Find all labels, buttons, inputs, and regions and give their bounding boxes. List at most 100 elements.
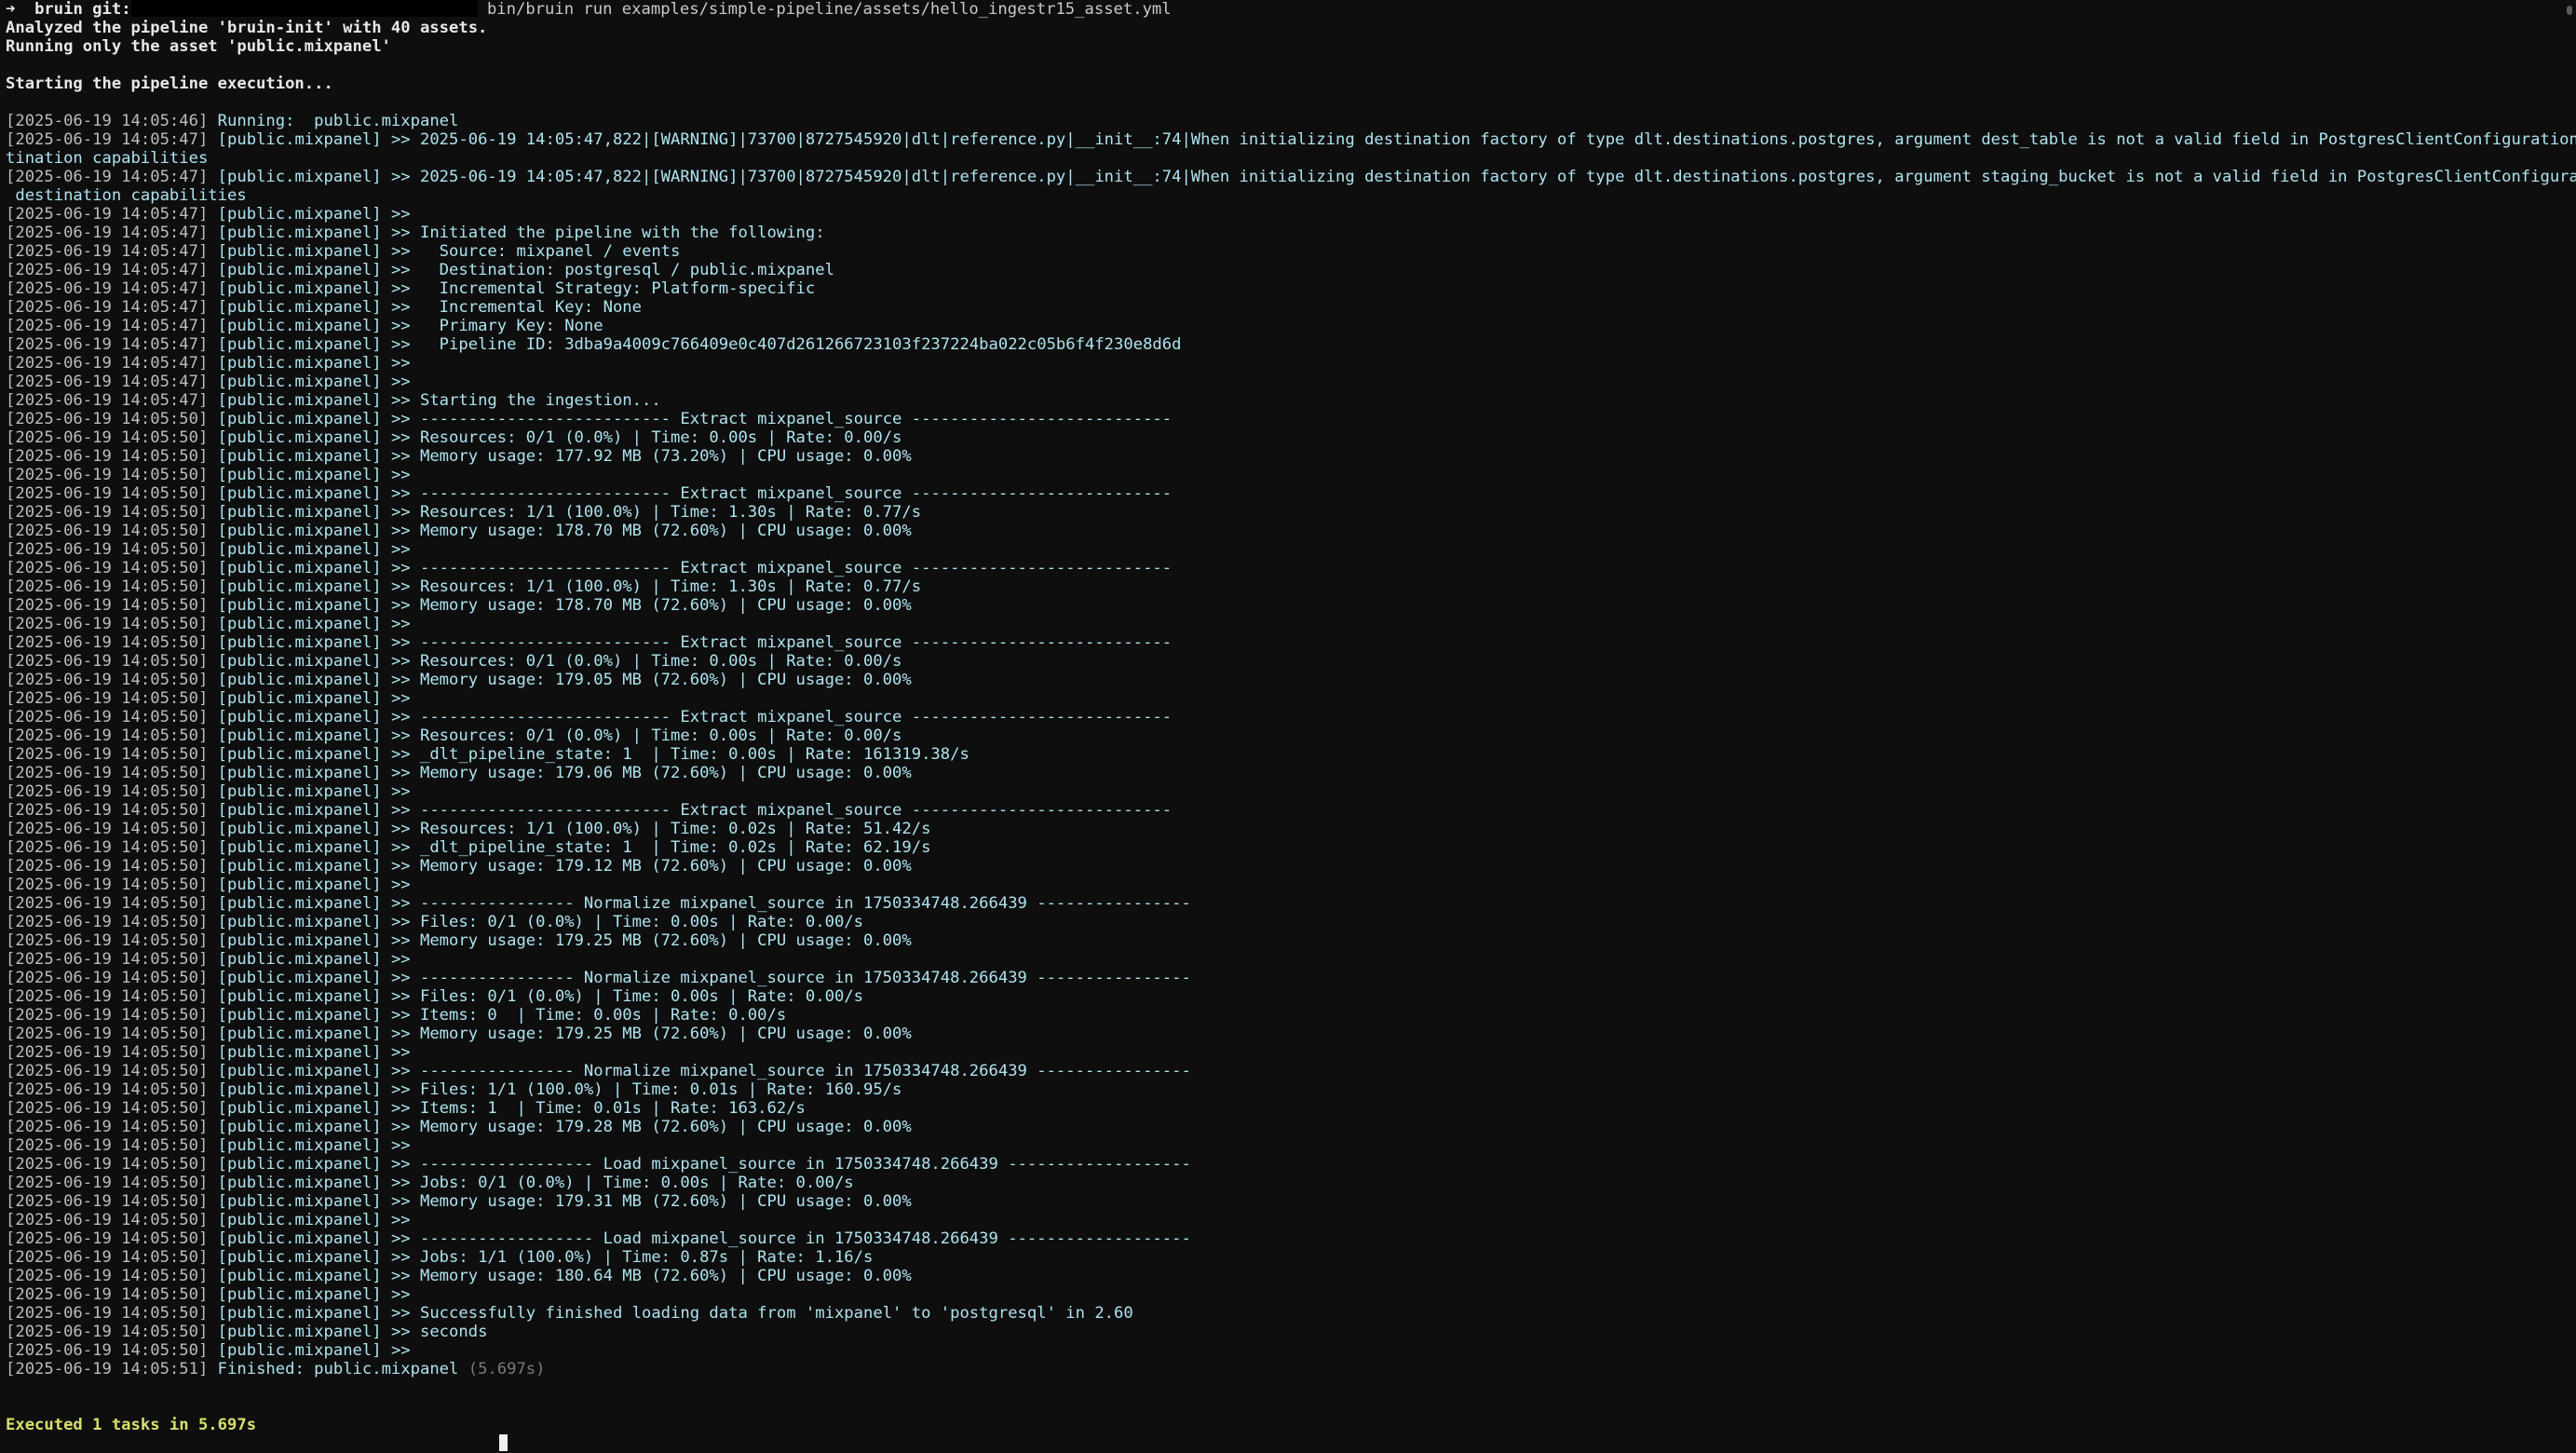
log-timestamp: [2025-06-19 14:05:50] [6, 1155, 209, 1174]
log-line: [2025-06-19 14:05:50] [public.mixpanel] … [6, 633, 2576, 652]
log-message: >> ------------------ Load mixpanel_sour… [381, 1155, 1191, 1174]
log-message: >> _dlt_pipeline_state: 1 | Time: 0.00s … [381, 745, 969, 764]
log-asset: [public.mixpanel] [217, 577, 382, 596]
log-line: [2025-06-19 14:05:50] [public.mixpanel] … [6, 1025, 2576, 1043]
log-line: [2025-06-19 14:05:50] [public.mixpanel] … [6, 1174, 2576, 1192]
log-line: [2025-06-19 14:05:50] [public.mixpanel] … [6, 820, 2576, 838]
log-message: >> Memory usage: 179.12 MB (72.60%) | CP… [381, 857, 912, 876]
log-line: [2025-06-19 14:05:50] [public.mixpanel] … [6, 559, 2576, 577]
log-message: >> [381, 540, 411, 559]
log-timestamp: [2025-06-19 14:05:50] [6, 876, 209, 894]
log-timestamp: [2025-06-19 14:05:47] [6, 373, 209, 391]
log-asset: [public.mixpanel] [217, 782, 382, 801]
log-line: [2025-06-19 14:05:50] [public.mixpanel] … [6, 894, 2576, 913]
log-timestamp: [2025-06-19 14:05:47] [6, 242, 209, 261]
log-message: >> [381, 689, 411, 708]
log-asset: [public.mixpanel] [217, 1192, 382, 1211]
log-asset: Finished: public.mixpanel [217, 1360, 459, 1378]
log-message: >> Memory usage: 179.06 MB (72.60%) | CP… [381, 764, 912, 782]
analyzed-line: Analyzed the pipeline 'bruin-init' with … [6, 19, 488, 37]
log-asset: [public.mixpanel] [217, 689, 382, 708]
log-message: >> ---------------- Normalize mixpanel_s… [381, 1062, 1191, 1080]
log-asset: [public.mixpanel] [217, 596, 382, 615]
log-timestamp: [2025-06-19 14:05:47] [6, 391, 209, 410]
log-message: >> Memory usage: 177.92 MB (73.20%) | CP… [381, 447, 912, 466]
log-asset: [public.mixpanel] [217, 205, 382, 224]
log-asset: [public.mixpanel] [217, 503, 382, 522]
log-asset: [public.mixpanel] [217, 671, 382, 689]
log-asset: [public.mixpanel] [217, 894, 382, 913]
log-asset: [public.mixpanel] [217, 559, 382, 577]
input-line[interactable] [6, 1434, 2576, 1453]
log-timestamp: [2025-06-19 14:05:50] [6, 726, 209, 745]
log-timestamp: [2025-06-19 14:05:47] [6, 130, 209, 149]
log-message: >> Resources: 1/1 (100.0%) | Time: 1.30s… [381, 503, 922, 522]
terminal-window[interactable]: ➜ bruin git: bin/bruin run examples/simp… [0, 0, 2576, 1451]
log-timestamp: [2025-06-19 14:05:50] [6, 1118, 209, 1136]
log-message: >> 2025-06-19 14:05:47,822|[WARNING]|737… [381, 130, 2576, 149]
log-asset: [public.mixpanel] [217, 876, 382, 894]
log-asset: [public.mixpanel] [217, 428, 382, 447]
log-line: [2025-06-19 14:05:50] [public.mixpanel] … [6, 1267, 2576, 1285]
log-line: [2025-06-19 14:05:50] [public.mixpanel] … [6, 596, 2576, 615]
log-asset: [public.mixpanel] [217, 466, 382, 484]
log-message: >> [381, 1136, 411, 1155]
log-asset: [public.mixpanel] [217, 242, 382, 261]
log-line: [2025-06-19 14:05:50] [public.mixpanel] … [6, 987, 2576, 1006]
log-asset: [public.mixpanel] [217, 1080, 382, 1099]
log-asset: [public.mixpanel] [217, 1341, 382, 1360]
log-asset: [public.mixpanel] [217, 726, 382, 745]
log-message: >> [381, 205, 411, 224]
log-timestamp: [2025-06-19 14:05:50] [6, 540, 209, 559]
log-line: [2025-06-19 14:05:50] [public.mixpanel] … [6, 745, 2576, 764]
log-message: >> ------------------ Load mixpanel_sour… [381, 1229, 1191, 1248]
prompt-line: ➜ bruin git: bin/bruin run examples/simp… [6, 0, 2576, 19]
log-line: [2025-06-19 14:05:50] [public.mixpanel] … [6, 1118, 2576, 1136]
log-message: >> -------------------------- Extract mi… [381, 484, 1173, 503]
log-line: [2025-06-19 14:05:50] [public.mixpanel] … [6, 1285, 2576, 1304]
redacted-prompt [6, 1434, 499, 1451]
log-timestamp: [2025-06-19 14:05:50] [6, 894, 209, 913]
log-message: >> Starting the ingestion... [381, 391, 661, 410]
log-asset: [public.mixpanel] [217, 1099, 382, 1118]
log-timestamp: [2025-06-19 14:05:50] [6, 1323, 209, 1341]
log-message: >> -------------------------- Extract mi… [381, 708, 1173, 726]
log-asset: [public.mixpanel] [217, 447, 382, 466]
log-timestamp: [2025-06-19 14:05:47] [6, 279, 209, 298]
log-asset: [public.mixpanel] [217, 1267, 382, 1285]
log-timestamp: [2025-06-19 14:05:50] [6, 969, 209, 987]
log-line: [2025-06-19 14:05:50] [public.mixpanel] … [6, 838, 2576, 857]
log-timestamp: [2025-06-19 14:05:50] [6, 820, 209, 838]
log-timestamp: [2025-06-19 14:05:50] [6, 782, 209, 801]
log-asset: [public.mixpanel] [217, 1025, 382, 1043]
log-message: >> [381, 354, 411, 373]
log-line: [2025-06-19 14:05:50] [public.mixpanel] … [6, 726, 2576, 745]
log-timestamp: [2025-06-19 14:05:47] [6, 298, 209, 317]
log-timestamp: [2025-06-19 14:05:50] [6, 1099, 209, 1118]
log-timestamp: [2025-06-19 14:05:50] [6, 708, 209, 726]
log-message: >> Resources: 0/1 (0.0%) | Time: 0.00s |… [381, 652, 902, 671]
log-line: [2025-06-19 14:05:50] [public.mixpanel] … [6, 913, 2576, 931]
log-timestamp: [2025-06-19 14:05:50] [6, 1062, 209, 1080]
log-timestamp: [2025-06-19 14:05:50] [6, 559, 209, 577]
log-message: >> Memory usage: 178.70 MB (72.60%) | CP… [381, 522, 912, 540]
log-timestamp: [2025-06-19 14:05:47] [6, 335, 209, 354]
log-timestamp: [2025-06-19 14:05:50] [6, 801, 209, 820]
log-message: >> [381, 782, 411, 801]
log-message: >> Primary Key: None [381, 317, 603, 335]
log-line: [2025-06-19 14:05:47] [public.mixpanel] … [6, 354, 2576, 373]
log-timestamp: [2025-06-19 14:05:50] [6, 987, 209, 1006]
log-line: [2025-06-19 14:05:50] [public.mixpanel] … [6, 1192, 2576, 1211]
redacted-branch [130, 0, 478, 17]
log-line: [2025-06-19 14:05:50] [public.mixpanel] … [6, 857, 2576, 876]
log-timestamp: [2025-06-19 14:05:50] [6, 764, 209, 782]
log-asset: [public.mixpanel] [217, 1136, 382, 1155]
log-asset: [public.mixpanel] [217, 1229, 382, 1248]
executed-summary: Executed 1 tasks in 5.697s [6, 1416, 257, 1434]
log-line: [2025-06-19 14:05:47] [public.mixpanel] … [6, 298, 2576, 317]
log-message: >> Incremental Strategy: Platform-specif… [381, 279, 816, 298]
log-timestamp: [2025-06-19 14:05:50] [6, 1192, 209, 1211]
scrollbar[interactable] [2567, 6, 2572, 15]
log-message: >> Incremental Key: None [381, 298, 642, 317]
